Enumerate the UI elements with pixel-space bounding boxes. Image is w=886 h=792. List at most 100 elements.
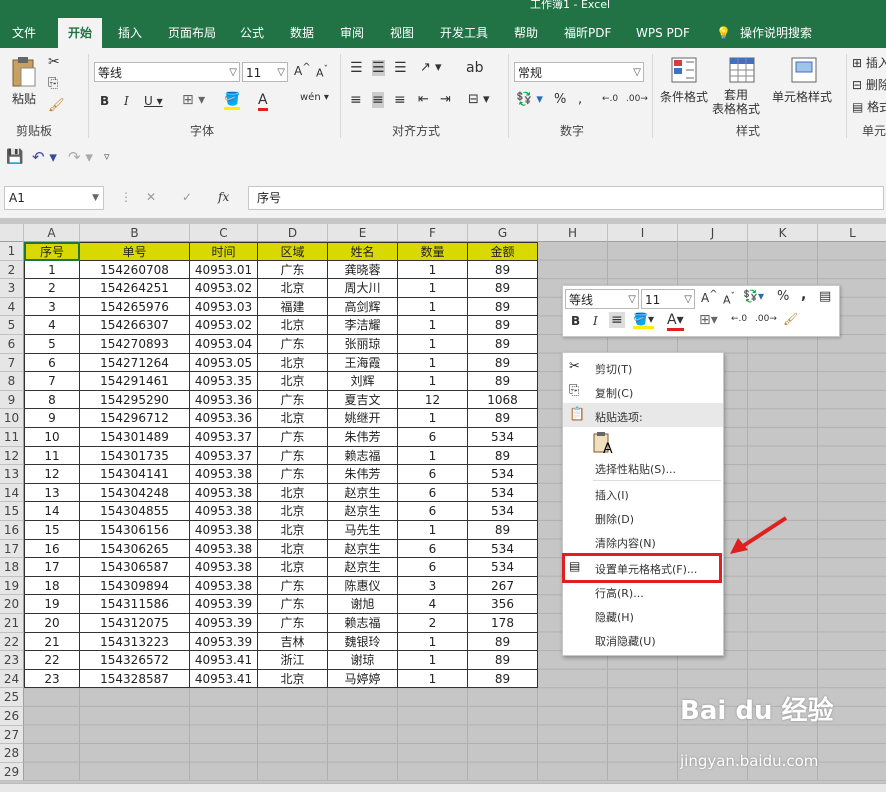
- column-header[interactable]: H: [538, 224, 608, 242]
- decrease-indent-icon[interactable]: ⇤: [418, 92, 429, 107]
- table-cell[interactable]: 40953.41: [190, 651, 258, 670]
- row-header[interactable]: 15: [0, 502, 24, 521]
- menu-item-paste-special[interactable]: 选择性粘贴(S)...: [595, 461, 676, 477]
- table-cell[interactable]: 40953.39: [190, 632, 258, 652]
- table-cell[interactable]: 1: [398, 353, 468, 373]
- table-cell[interactable]: 40953.03: [190, 297, 258, 317]
- table-cell[interactable]: 赵京生: [328, 558, 398, 577]
- table-cell[interactable]: 1: [398, 446, 468, 466]
- mini-increase-decimal-icon[interactable]: ←.0: [731, 314, 747, 324]
- column-header[interactable]: F: [398, 224, 468, 242]
- row-header[interactable]: 29: [0, 762, 24, 782]
- tab-review[interactable]: 审阅: [340, 18, 364, 48]
- mini-font-color-icon[interactable]: A▾: [667, 312, 684, 331]
- table-cell[interactable]: 朱伟芳: [328, 465, 398, 484]
- row-header[interactable]: 21: [0, 614, 24, 633]
- format-as-table-icon[interactable]: [728, 56, 756, 84]
- table-cell[interactable]: 534: [468, 483, 538, 503]
- table-cell[interactable]: 40953.38: [190, 465, 258, 484]
- table-cell[interactable]: 广东: [258, 465, 328, 484]
- redo-icon[interactable]: ↷ ▾: [68, 148, 93, 166]
- menu-item-clear-contents[interactable]: 清除内容(N): [595, 535, 656, 551]
- header-cell[interactable]: 数量: [398, 242, 468, 261]
- row-header[interactable]: 11: [0, 428, 24, 447]
- table-cell[interactable]: 高剑辉: [328, 297, 398, 317]
- copy-icon[interactable]: ⎘: [48, 76, 58, 91]
- row-header[interactable]: 25: [0, 688, 24, 707]
- mini-size-combo[interactable]: 11 ▽: [641, 289, 695, 309]
- column-header[interactable]: A: [24, 224, 80, 242]
- wrap-text-icon[interactable]: ab: [466, 60, 483, 76]
- tab-foxit-pdf[interactable]: 福昕PDF: [564, 18, 611, 48]
- row-header[interactable]: 27: [0, 725, 24, 745]
- table-cell[interactable]: 40953.38: [190, 576, 258, 596]
- table-cell[interactable]: 154306265: [80, 539, 190, 559]
- enter-formula-icon[interactable]: ✓: [182, 190, 192, 204]
- insert-function-icon[interactable]: fx: [218, 190, 229, 204]
- row-header[interactable]: 5: [0, 316, 24, 335]
- table-cell[interactable]: 40953.38: [190, 483, 258, 503]
- table-cell[interactable]: 张丽琼: [328, 335, 398, 354]
- borders-icon[interactable]: ⊞ ▾: [182, 92, 205, 108]
- align-left-icon[interactable]: ≡: [350, 92, 362, 108]
- table-cell[interactable]: 赵京生: [328, 502, 398, 521]
- row-header[interactable]: 13: [0, 465, 24, 484]
- align-middle-icon[interactable]: ☰: [372, 60, 385, 76]
- table-cell[interactable]: 89: [468, 335, 538, 354]
- name-box-splitter[interactable]: ⋮: [120, 190, 132, 204]
- table-cell[interactable]: 1: [398, 279, 468, 298]
- table-cell[interactable]: 陈惠仪: [328, 576, 398, 596]
- table-cell[interactable]: 89: [468, 651, 538, 670]
- table-cell[interactable]: 154264251: [80, 279, 190, 298]
- name-box[interactable]: A1 ▼: [4, 186, 104, 210]
- italic-button[interactable]: I: [124, 94, 129, 108]
- decrease-font-icon[interactable]: Aˇ: [316, 64, 328, 80]
- table-cell[interactable]: 89: [468, 279, 538, 298]
- table-cell[interactable]: 178: [468, 614, 538, 633]
- table-cell[interactable]: 7: [24, 372, 80, 391]
- table-cell[interactable]: 广东: [258, 390, 328, 410]
- table-cell[interactable]: 89: [468, 316, 538, 335]
- table-cell[interactable]: 姚继开: [328, 409, 398, 428]
- menu-item-unhide[interactable]: 取消隐藏(U): [595, 633, 656, 649]
- align-right-icon[interactable]: ≡: [394, 92, 406, 108]
- cut-icon[interactable]: ✂: [48, 54, 60, 70]
- table-cell[interactable]: 15: [24, 521, 80, 540]
- table-cell[interactable]: 154328587: [80, 669, 190, 689]
- table-cell[interactable]: 154265976: [80, 297, 190, 317]
- mini-accounting-icon[interactable]: 💱▾: [743, 289, 764, 303]
- table-cell[interactable]: 1: [398, 260, 468, 280]
- column-header[interactable]: E: [328, 224, 398, 242]
- table-cell[interactable]: 1068: [468, 390, 538, 410]
- font-size-combo[interactable]: 11 ▽: [242, 62, 288, 82]
- tab-formulas[interactable]: 公式: [240, 18, 264, 48]
- table-cell[interactable]: 89: [468, 260, 538, 280]
- tab-help[interactable]: 帮助: [514, 18, 538, 48]
- table-cell[interactable]: 154260708: [80, 260, 190, 280]
- align-center-icon[interactable]: ≡: [372, 92, 384, 108]
- insert-cells-button[interactable]: ⊞ 插入: [852, 54, 886, 71]
- table-cell[interactable]: 1: [398, 669, 468, 689]
- table-cell[interactable]: 17: [24, 558, 80, 577]
- row-header[interactable]: 28: [0, 744, 24, 763]
- table-cell[interactable]: 1: [398, 335, 468, 354]
- table-cell[interactable]: 3: [24, 297, 80, 317]
- table-cell[interactable]: 北京: [258, 409, 328, 428]
- header-cell[interactable]: 序号: [24, 242, 80, 261]
- table-cell[interactable]: 154296712: [80, 409, 190, 428]
- table-cell[interactable]: 王海霞: [328, 353, 398, 373]
- table-cell[interactable]: 40953.05: [190, 353, 258, 373]
- row-header[interactable]: 14: [0, 483, 24, 503]
- table-cell[interactable]: 吉林: [258, 632, 328, 652]
- table-cell[interactable]: 1: [24, 260, 80, 280]
- cell-styles-button[interactable]: 单元格样式: [772, 88, 832, 105]
- comma-style-icon[interactable]: ,: [578, 92, 582, 107]
- paste-button[interactable]: 粘贴: [12, 90, 36, 107]
- menu-item-hide[interactable]: 隐藏(H): [595, 609, 634, 625]
- table-cell[interactable]: 154270893: [80, 335, 190, 354]
- table-cell[interactable]: 李洁耀: [328, 316, 398, 335]
- table-cell[interactable]: 1: [398, 297, 468, 317]
- table-cell[interactable]: 13: [24, 483, 80, 503]
- row-header[interactable]: 6: [0, 335, 24, 354]
- table-cell[interactable]: 14: [24, 502, 80, 521]
